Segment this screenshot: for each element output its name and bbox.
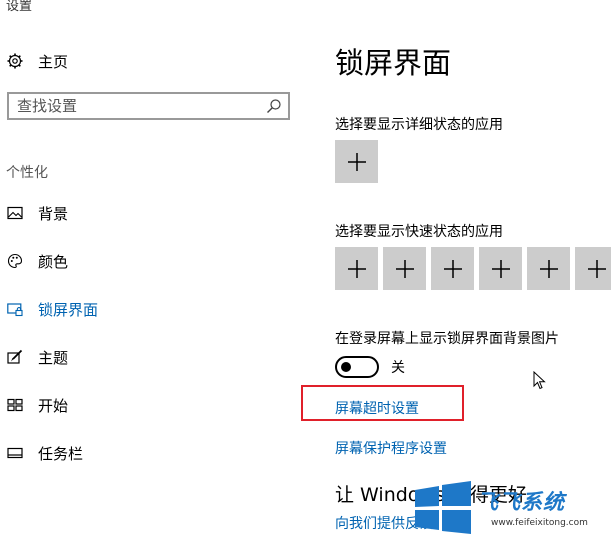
add-quick-status-app-button[interactable] bbox=[479, 247, 522, 290]
plus-icon bbox=[491, 259, 510, 278]
add-quick-status-app-button[interactable] bbox=[575, 247, 611, 290]
add-quick-status-app-button[interactable] bbox=[527, 247, 570, 290]
plus-icon bbox=[395, 259, 414, 278]
plus-icon bbox=[347, 152, 366, 171]
toggle-state-text: 关 bbox=[391, 360, 405, 376]
background-toggle-row: 关 bbox=[335, 356, 405, 378]
sidebar-item-background[interactable]: 背景 bbox=[6, 200, 68, 226]
add-quick-status-app-button[interactable] bbox=[335, 247, 378, 290]
sidebar-item-lock-screen[interactable]: 锁屏界面 bbox=[6, 296, 98, 322]
background-toggle-label: 在登录屏幕上显示锁屏界面背景图片 bbox=[335, 331, 559, 347]
lock-screen-icon bbox=[6, 300, 24, 318]
sidebar-item-label: 主页 bbox=[38, 52, 69, 71]
sidebar-item-themes[interactable]: 主题 bbox=[6, 344, 68, 370]
section-label-personalization: 个性化 bbox=[6, 165, 48, 181]
picture-icon bbox=[6, 204, 24, 222]
sidebar-item-colors[interactable]: 颜色 bbox=[6, 248, 68, 274]
sidebar: 主页 个性化 背景 颜色 锁屏界面 主题 开始 bbox=[0, 0, 300, 534]
add-detailed-status-app-button[interactable] bbox=[335, 140, 378, 183]
plus-icon bbox=[347, 259, 366, 278]
add-quick-status-app-button[interactable] bbox=[383, 247, 426, 290]
search-box[interactable] bbox=[7, 92, 290, 120]
start-menu-icon bbox=[6, 396, 24, 414]
sidebar-item-home[interactable]: 主页 bbox=[6, 48, 68, 74]
watermark: 飞飞系统 www.feifeixitong.com bbox=[411, 478, 611, 534]
background-picture-toggle[interactable] bbox=[335, 356, 379, 378]
sidebar-item-label: 主题 bbox=[38, 348, 69, 367]
sidebar-item-label: 锁屏界面 bbox=[38, 300, 99, 319]
toggle-knob bbox=[341, 362, 351, 372]
add-quick-status-app-button[interactable] bbox=[431, 247, 474, 290]
sidebar-item-label: 开始 bbox=[38, 396, 69, 415]
screensaver-settings-link[interactable]: 屏幕保护程序设置 bbox=[335, 438, 447, 458]
watermark-brand: 飞飞系统 bbox=[477, 490, 565, 514]
page-title: 锁屏界面 bbox=[335, 46, 452, 80]
search-icon[interactable] bbox=[266, 98, 282, 114]
search-input[interactable] bbox=[17, 96, 257, 116]
gear-icon bbox=[6, 52, 24, 70]
sidebar-item-start[interactable]: 开始 bbox=[6, 392, 68, 418]
plus-icon bbox=[539, 259, 558, 278]
sidebar-item-taskbar[interactable]: 任务栏 bbox=[6, 440, 83, 466]
main-panel: 锁屏界面 选择要显示详细状态的应用 选择要显示快速状态的应用 在登录屏幕上显示锁… bbox=[335, 0, 611, 534]
theme-brush-icon bbox=[6, 348, 24, 366]
windows-logo-icon bbox=[415, 481, 471, 534]
sidebar-item-label: 背景 bbox=[38, 204, 69, 223]
plus-icon bbox=[443, 259, 462, 278]
detailed-status-label: 选择要显示详细状态的应用 bbox=[335, 117, 503, 133]
watermark-url: www.feifeixitong.com bbox=[491, 518, 588, 528]
taskbar-icon bbox=[6, 444, 24, 462]
mouse-pointer-icon bbox=[533, 371, 546, 390]
screen-timeout-settings-link[interactable]: 屏幕超时设置 bbox=[335, 398, 419, 418]
sidebar-item-label: 任务栏 bbox=[38, 444, 84, 463]
sidebar-item-label: 颜色 bbox=[38, 252, 69, 271]
plus-icon bbox=[588, 259, 606, 278]
quick-status-label: 选择要显示快速状态的应用 bbox=[335, 224, 503, 240]
palette-icon bbox=[6, 252, 24, 270]
